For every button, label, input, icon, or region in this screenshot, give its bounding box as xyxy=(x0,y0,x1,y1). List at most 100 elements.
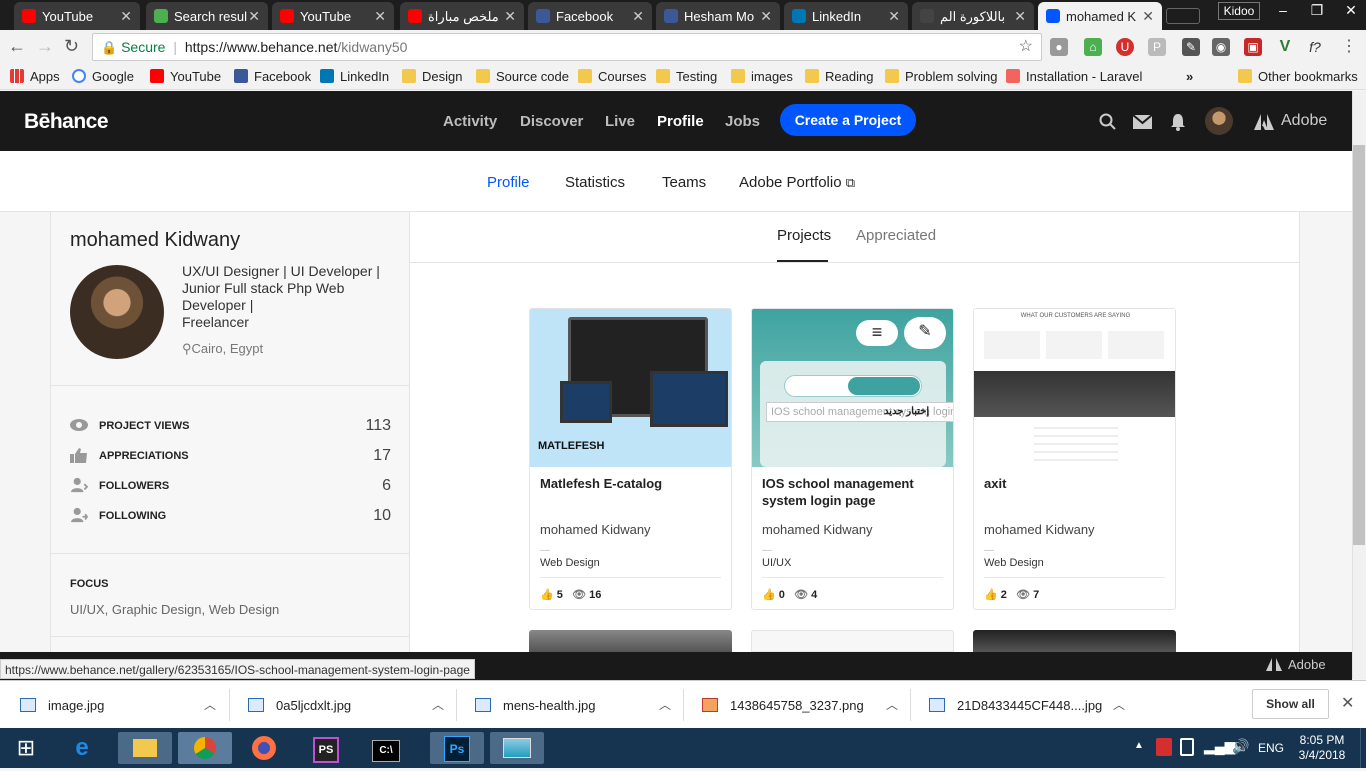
mail-icon[interactable] xyxy=(1133,115,1152,129)
adobe-label[interactable]: Adobe xyxy=(1281,112,1327,130)
profile-name[interactable]: Kidoo xyxy=(1218,2,1260,20)
bookmark-google[interactable]: Google xyxy=(72,69,134,84)
terminal-icon[interactable]: C:\ xyxy=(366,732,406,764)
star-icon[interactable]: ☆ xyxy=(1019,34,1033,60)
photos-icon[interactable] xyxy=(490,732,544,764)
close-icon[interactable]: ✕ xyxy=(760,8,772,25)
download-item[interactable]: mens-health.jpg ︿ xyxy=(475,698,671,713)
extension-icon[interactable]: f? xyxy=(1306,38,1324,56)
project-thumbnail[interactable]: WHAT OUR CUSTOMERS ARE SAYING xyxy=(974,309,1175,467)
download-item[interactable]: 21D8433445CF448....jpg ︿ xyxy=(929,698,1125,713)
scrollbar-thumb[interactable] xyxy=(1353,145,1365,545)
nav-discover[interactable]: Discover xyxy=(520,113,583,130)
show-all-button[interactable]: Show all xyxy=(1252,689,1329,719)
window-close-icon[interactable]: ✕ xyxy=(1334,0,1366,22)
bookmark-folder[interactable]: images xyxy=(731,69,793,84)
project-thumbnail[interactable]: ≡ ✎ IOS school management system login p… xyxy=(752,309,953,467)
camera-icon[interactable]: ◉ xyxy=(1212,38,1230,56)
create-project-button[interactable]: Create a Project xyxy=(780,104,916,136)
browser-tab[interactable]: Search resul ✕ xyxy=(146,2,268,30)
subnav-profile[interactable]: Profile xyxy=(487,174,530,191)
firefox-icon[interactable] xyxy=(244,732,284,764)
nav-activity[interactable]: Activity xyxy=(443,113,497,130)
project-owner[interactable]: mohamed Kidwany xyxy=(762,522,873,537)
project-card[interactable]: MATLEFESH Matlefesh E-catalog mohamed Ki… xyxy=(529,308,732,610)
close-icon[interactable]: ✕ xyxy=(632,8,644,25)
avatar[interactable] xyxy=(1205,107,1233,135)
footer-adobe-label[interactable]: Adobe xyxy=(1288,657,1326,672)
close-icon[interactable]: ✕ xyxy=(374,8,386,25)
browser-tab[interactable]: Facebook ✕ xyxy=(528,2,652,30)
chevron-up-icon[interactable]: ︿ xyxy=(1113,696,1125,713)
project-card-partial[interactable] xyxy=(973,630,1176,652)
project-card[interactable]: ≡ ✎ IOS school management system login p… xyxy=(751,308,954,610)
nav-profile[interactable]: Profile xyxy=(657,113,704,130)
menu-icon[interactable]: ⋮ xyxy=(1340,38,1358,56)
bookmark-folder[interactable]: Problem solving xyxy=(885,69,998,84)
extension-icon[interactable]: V xyxy=(1276,38,1294,56)
project-title[interactable]: IOS school management system login page xyxy=(762,475,945,509)
bookmark-linkedin[interactable]: LinkedIn xyxy=(320,69,389,84)
project-thumbnail[interactable]: MATLEFESH xyxy=(530,309,731,467)
chevron-up-icon[interactable]: ▲ xyxy=(1134,740,1144,751)
edit-icon[interactable]: ✎ xyxy=(904,317,946,349)
tab-appreciated[interactable]: Appreciated xyxy=(856,227,936,244)
browser-tab[interactable]: LinkedIn ✕ xyxy=(784,2,908,30)
nav-live[interactable]: Live xyxy=(605,113,635,130)
bookmark-youtube[interactable]: YouTube xyxy=(150,69,221,84)
close-icon[interactable]: ✕ xyxy=(1014,8,1026,25)
close-icon[interactable]: ✕ xyxy=(1341,693,1354,713)
bookmark-laravel[interactable]: Installation - Laravel xyxy=(1006,69,1142,84)
photoshop-icon[interactable]: Ps xyxy=(430,732,484,764)
chevron-up-icon[interactable]: ︿ xyxy=(659,696,671,713)
menu-icon[interactable]: ≡ xyxy=(856,320,898,346)
tab-projects[interactable]: Projects xyxy=(777,227,831,244)
nav-jobs[interactable]: Jobs xyxy=(725,113,760,130)
bookmark-folder[interactable]: Design xyxy=(402,69,462,84)
restore-icon[interactable]: ❐ xyxy=(1300,0,1334,22)
project-title[interactable]: axit xyxy=(984,475,1167,492)
close-icon[interactable]: ✕ xyxy=(888,8,900,25)
reload-icon[interactable]: ↻ xyxy=(64,36,79,57)
network-icon[interactable]: ▂▄▆ xyxy=(1204,738,1235,755)
extension-icon[interactable]: ● xyxy=(1050,38,1068,56)
clock[interactable]: 8:05 PM 3/4/2018 xyxy=(1296,733,1348,763)
minimize-icon[interactable]: – xyxy=(1266,0,1300,22)
browser-tab[interactable]: ملخص مباراة ✕ xyxy=(400,2,524,30)
other-bookmarks[interactable]: Other bookmarks xyxy=(1238,69,1358,84)
windows-start-icon[interactable]: ⊞ xyxy=(6,732,46,764)
subnav-adobe-portfolio[interactable]: Adobe Portfolio ⧉ xyxy=(739,174,855,191)
project-field[interactable]: Web Design xyxy=(984,557,1044,569)
forward-icon[interactable]: → xyxy=(36,36,54,57)
subnav-teams[interactable]: Teams xyxy=(662,174,706,191)
chevron-up-icon[interactable]: ︿ xyxy=(204,696,216,713)
battery-icon[interactable] xyxy=(1180,738,1194,756)
pdf-icon[interactable]: P xyxy=(1148,38,1166,56)
close-icon[interactable]: ✕ xyxy=(120,8,132,25)
browser-tab[interactable]: YouTube ✕ xyxy=(272,2,394,30)
bookmarks-overflow[interactable]: » xyxy=(1186,69,1193,84)
bookmark-folder[interactable]: Reading xyxy=(805,69,873,84)
internet-explorer-icon[interactable]: e xyxy=(62,732,102,764)
download-item[interactable]: 0a5ljcdxlt.jpg ︿ xyxy=(248,698,444,713)
volume-icon[interactable]: 🔊 xyxy=(1232,738,1249,755)
project-owner[interactable]: mohamed Kidwany xyxy=(984,522,1095,537)
project-owner[interactable]: mohamed Kidwany xyxy=(540,522,651,537)
download-item[interactable]: 1438645758_3237.png ︿ xyxy=(702,698,898,713)
close-icon[interactable]: ✕ xyxy=(248,8,260,25)
language-indicator[interactable]: ENG xyxy=(1258,741,1284,755)
close-icon[interactable]: ✕ xyxy=(504,8,516,25)
phpstorm-icon[interactable]: PS xyxy=(306,732,346,764)
antivirus-icon[interactable] xyxy=(1156,738,1172,756)
bookmark-apps[interactable]: Apps xyxy=(10,69,60,84)
bookmark-folder[interactable]: Courses xyxy=(578,69,646,84)
new-tab-button[interactable] xyxy=(1166,8,1200,24)
project-card-partial[interactable] xyxy=(529,630,732,652)
show-desktop-button[interactable] xyxy=(1360,728,1366,768)
browser-tab[interactable]: YouTube ✕ xyxy=(14,2,140,30)
close-icon[interactable]: ✕ xyxy=(1142,8,1154,25)
file-explorer-icon[interactable] xyxy=(118,732,172,764)
extension-icon[interactable]: ▣ xyxy=(1244,38,1262,56)
extension-icon[interactable]: U xyxy=(1116,38,1134,56)
bookmark-folder[interactable]: Source code xyxy=(476,69,569,84)
